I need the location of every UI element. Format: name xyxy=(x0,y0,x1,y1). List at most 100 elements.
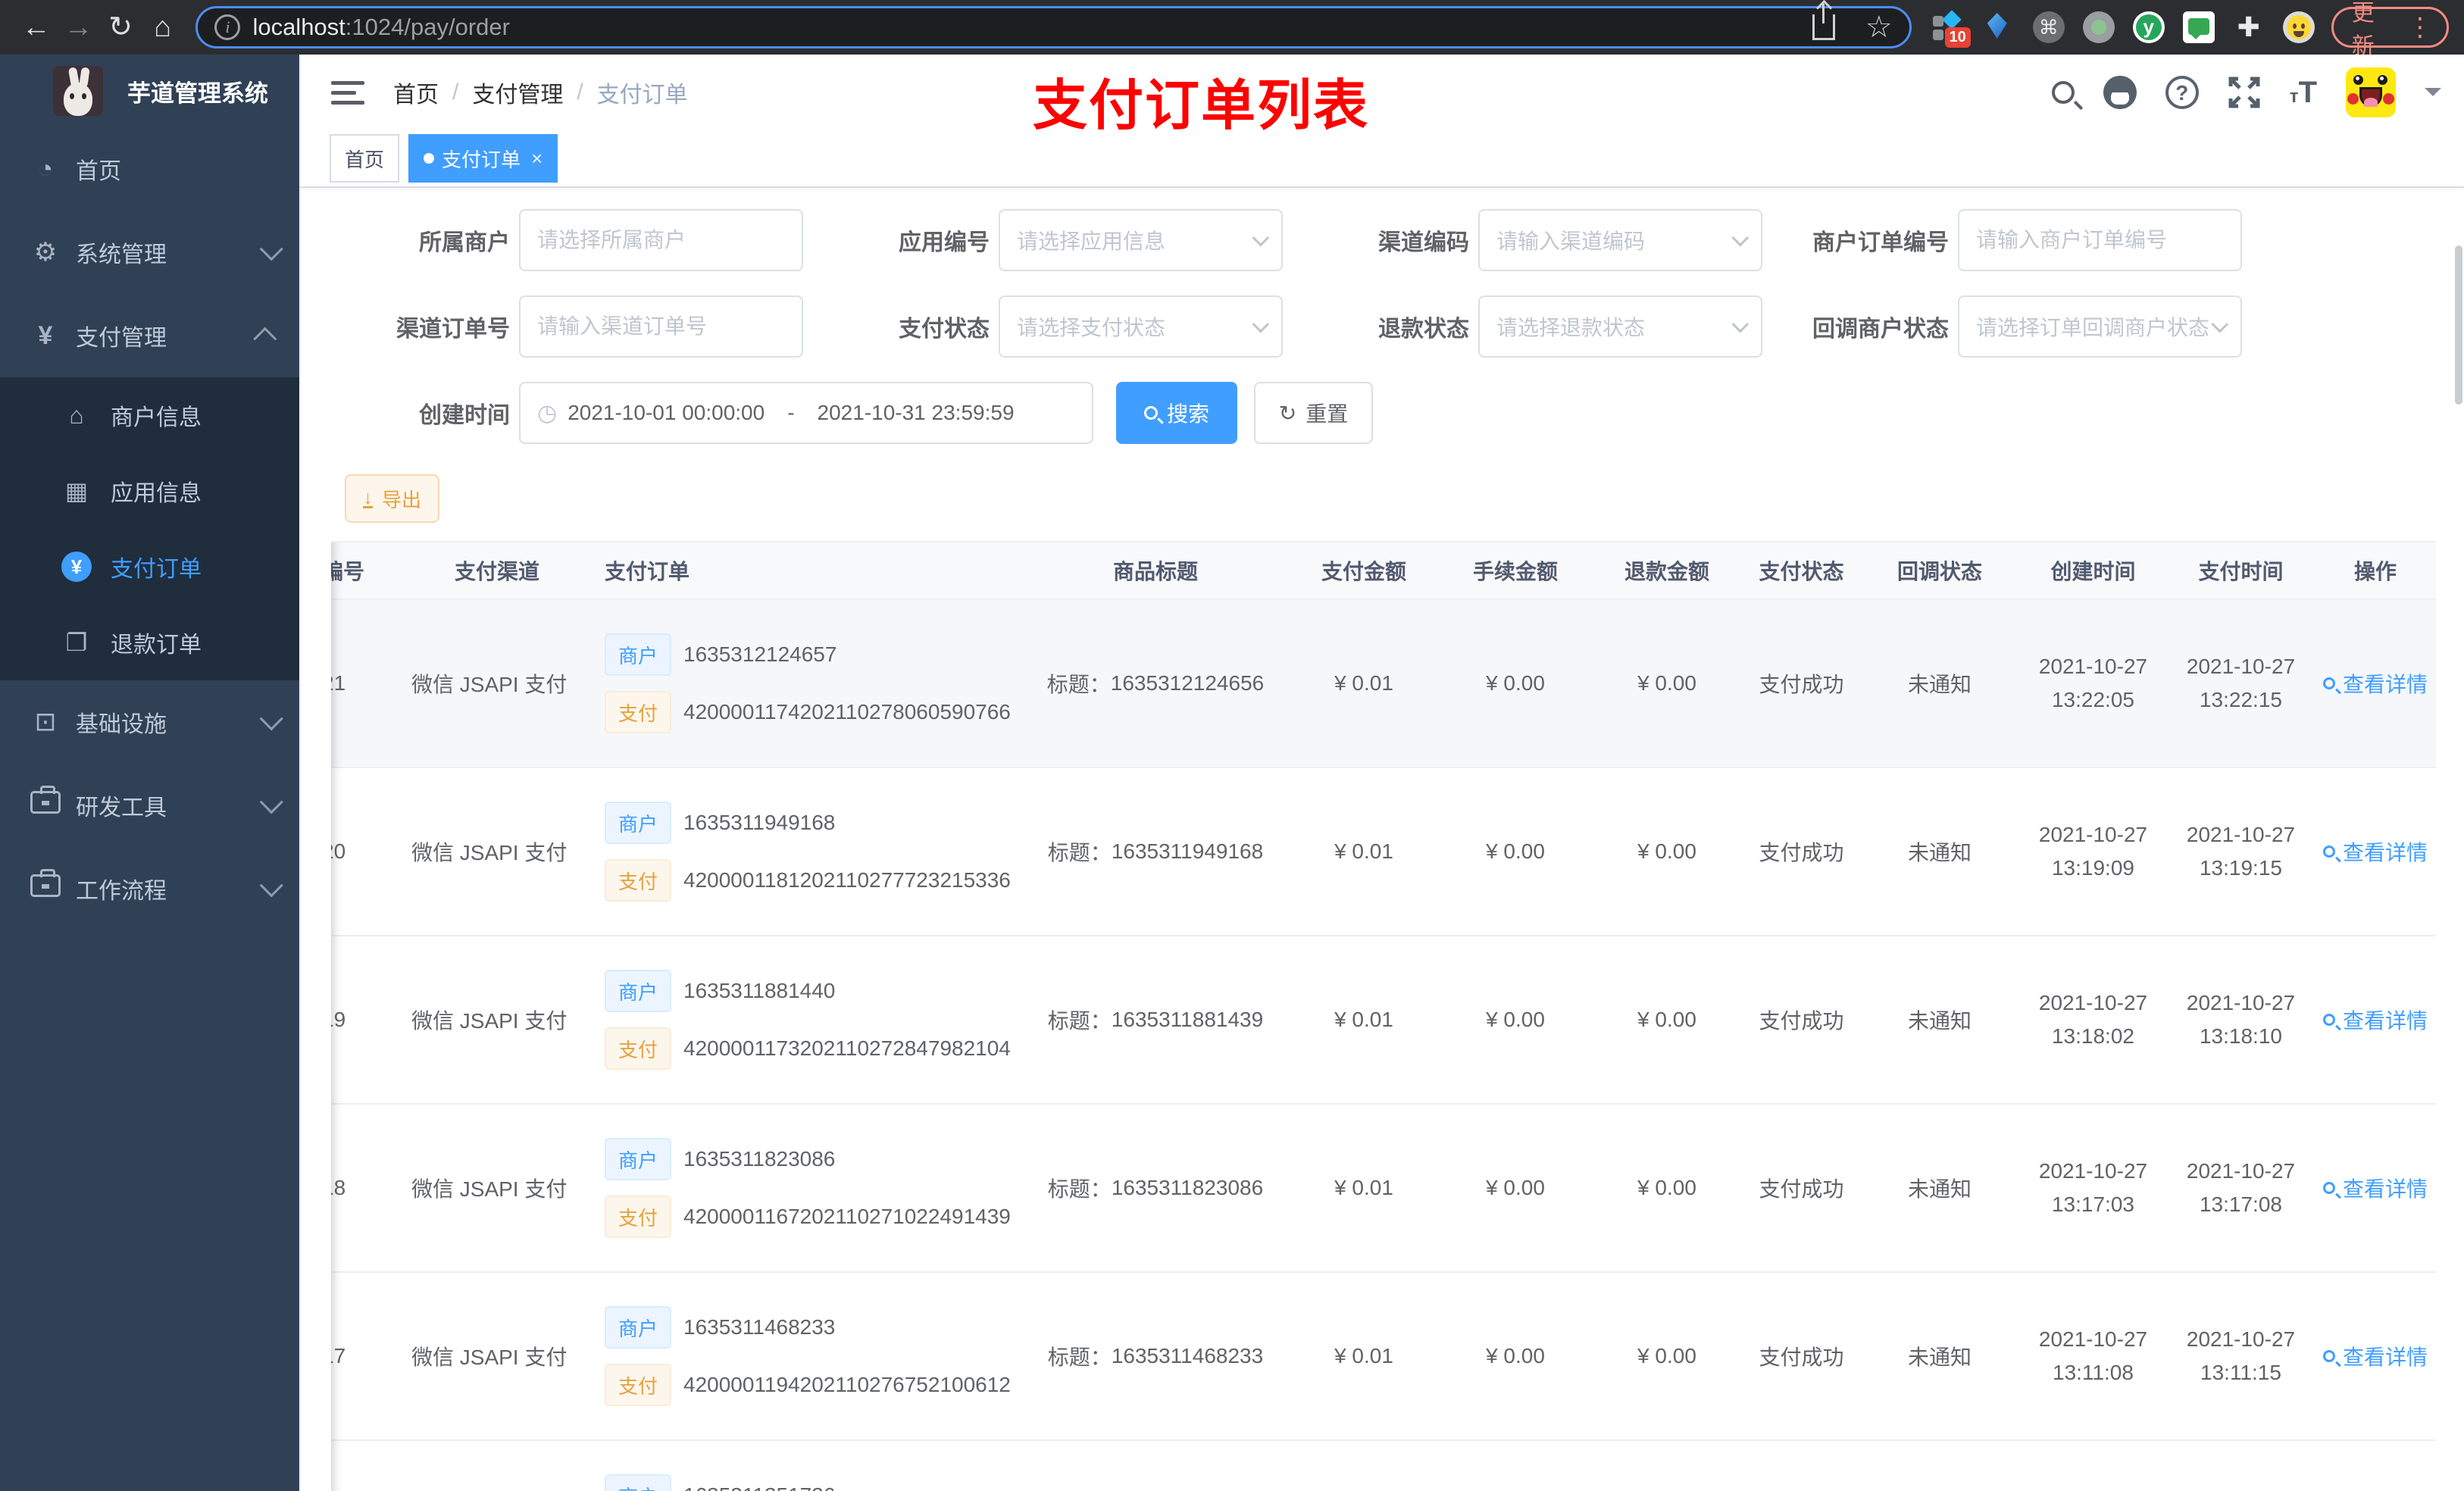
sidebar-item-payment[interactable]: ¥ 支付管理 xyxy=(0,294,299,377)
sidebar-item-workflow[interactable]: 工作流程 xyxy=(0,847,299,930)
breadcrumb-payment[interactable]: 支付管理 xyxy=(472,76,563,109)
sidebar-menu: ◔ 首页 ⚙ 系统管理 ¥ 支付管理 ⌂ 商户信息 ▦ 应用信息 ¥ 支付订单 … xyxy=(0,127,299,930)
channel-order-no-input[interactable] xyxy=(519,295,803,358)
tab-pay-order[interactable]: 支付订单 × xyxy=(408,134,558,183)
clock-icon: ◷ xyxy=(537,400,558,426)
filter-app: 应用编号 请选择应用信息 xyxy=(809,209,1283,271)
sidebar-item-infrastructure[interactable]: ⊡ 基础设施 xyxy=(0,680,299,764)
date-end-value[interactable]: 2021-10-31 23:59:59 xyxy=(818,401,1015,425)
search-button[interactable]: 搜索 xyxy=(1116,382,1237,444)
sidebar-item-refund-order[interactable]: ❐ 退款订单 xyxy=(0,605,299,680)
table-row[interactable]: 20 微信 JSAPI 支付 商户 1635311949168 支付 42000… xyxy=(331,768,2436,936)
filter-create-time: 创建时间 ◷ 2021-10-01 00:00:00 - 2021-10-31 … xyxy=(330,382,1093,444)
refund-amount: ¥ 0.00 xyxy=(1637,1176,1696,1199)
filter-merchant: 所属商户 xyxy=(330,209,803,271)
extension-chat-icon[interactable] xyxy=(2182,11,2215,43)
url-text[interactable]: localhost:1024/pay/order xyxy=(252,14,1812,41)
help-icon[interactable]: ? xyxy=(2165,76,2199,109)
merchant-input[interactable] xyxy=(519,209,803,271)
view-detail-link[interactable]: 查看详情 xyxy=(2322,1341,2428,1371)
detail-search-icon xyxy=(2322,846,2335,858)
refund-amount: ¥ 0.00 xyxy=(1637,839,1696,863)
table-row[interactable]: 19 微信 JSAPI 支付 商户 1635311881440 支付 42000… xyxy=(331,936,2436,1105)
notify-status: 未通知 xyxy=(1907,1177,1972,1201)
avatar-caret-icon[interactable] xyxy=(2425,88,2441,105)
pay-amount: ¥ 0.01 xyxy=(1334,671,1393,695)
extension-y-icon[interactable] xyxy=(2132,11,2165,43)
sidebar-item-pay-order[interactable]: ¥ 支付订单 xyxy=(0,529,299,605)
sidebar-item-home[interactable]: ◔ 首页 xyxy=(0,127,299,211)
close-icon[interactable]: × xyxy=(531,147,543,170)
breadcrumb-home[interactable]: 首页 xyxy=(393,76,439,109)
share-icon[interactable] xyxy=(1812,4,1835,40)
date-start-value[interactable]: 2021-10-01 00:00:00 xyxy=(568,401,765,425)
extension-kite-icon[interactable] xyxy=(1983,11,2015,43)
app-logo[interactable]: 芋道管理系统 xyxy=(0,55,299,127)
view-detail-link[interactable]: 查看详情 xyxy=(2322,668,2428,699)
user-avatar[interactable] xyxy=(2346,67,2396,117)
extensions-puzzle-icon[interactable]: ✚ xyxy=(2233,11,2265,43)
pay-status-select[interactable]: 请选择支付状态 xyxy=(999,295,1283,358)
merchant-tag: 商户 xyxy=(605,1138,672,1180)
dashboard-icon: ◔ xyxy=(37,154,54,183)
browser-back-button[interactable]: ← xyxy=(15,0,58,55)
app-select[interactable]: 请选择应用信息 xyxy=(999,209,1283,271)
browser-forward-button[interactable]: → xyxy=(58,0,100,55)
view-detail-link[interactable]: 查看详情 xyxy=(2322,1173,2428,1203)
sidebar-item-merchant-info[interactable]: ⌂ 商户信息 xyxy=(0,377,299,453)
table-row[interactable]: 商户 1635311351736 支付 xyxy=(331,1441,2436,1491)
extension-diamond-icon[interactable]: 10 xyxy=(1932,10,1971,48)
extension-command-icon[interactable]: ⌘ xyxy=(2032,11,2065,43)
extension-dot-icon[interactable] xyxy=(2082,11,2115,43)
browser-menu-icon[interactable]: ⋮ xyxy=(2407,12,2433,42)
bookmark-star-icon[interactable]: ☆ xyxy=(1865,10,1893,45)
channel-code-select[interactable]: 请输入渠道编码 xyxy=(1478,209,1762,271)
pay-status: 支付成功 xyxy=(1759,1346,1844,1369)
page-title-annotation: 支付订单列表 xyxy=(1033,76,1370,136)
github-icon[interactable] xyxy=(2103,76,2137,109)
filter-notify-status: 回调商户状态 请选择订单回调商户状态 xyxy=(1768,295,2242,358)
sidebar-toggle-icon[interactable] xyxy=(331,75,364,111)
sidebar-item-dev-tools[interactable]: 研发工具 xyxy=(0,764,299,847)
profile-avatar-icon[interactable] xyxy=(2282,11,2315,43)
search-icon[interactable] xyxy=(2051,81,2075,104)
fullscreen-icon[interactable] xyxy=(2228,76,2261,109)
pay-amount xyxy=(1288,1441,1440,1491)
refund-status-select[interactable]: 请选择退款状态 xyxy=(1478,295,1762,358)
browser-update-button[interactable]: 更新 ⋮ xyxy=(2331,1,2449,59)
date-range-picker[interactable]: ◷ 2021-10-01 00:00:00 - 2021-10-31 23:59… xyxy=(519,382,1093,444)
table-row[interactable]: 17 微信 JSAPI 支付 商户 1635311468233 支付 42000… xyxy=(331,1273,2436,1441)
browser-home-button[interactable]: ⌂ xyxy=(142,0,184,55)
refund-amount: ¥ 0.00 xyxy=(1637,671,1696,695)
navbar-actions: ? тT xyxy=(2051,55,2441,130)
fee-amount: ¥ 0.00 xyxy=(1486,839,1545,863)
address-bar[interactable]: i localhost:1024/pay/order ☆ xyxy=(195,4,1912,48)
view-detail-link[interactable]: 查看详情 xyxy=(2322,1005,2428,1035)
chevron-down-icon xyxy=(1252,229,1270,247)
site-info-icon[interactable]: i xyxy=(214,14,241,40)
tab-home[interactable]: 首页 xyxy=(330,134,400,183)
order-table: 编号 支付渠道 支付订单 商品标题 支付金额 手续金额 退款金额 支付状态 回调… xyxy=(331,541,2436,1491)
sidebar-item-system[interactable]: ⚙ 系统管理 xyxy=(0,211,299,294)
merchant-tag: 商户 xyxy=(605,802,672,844)
table-row[interactable]: 21 微信 JSAPI 支付 商户 1635312124657 支付 42000… xyxy=(331,600,2436,768)
tags-view-bar: 首页 支付订单 × xyxy=(299,130,2464,188)
update-label: 更新 xyxy=(2351,1,2375,59)
browser-reload-button[interactable]: ↻ xyxy=(99,0,142,55)
export-button[interactable]: ↓ 导出 xyxy=(345,474,439,523)
vertical-scrollbar[interactable] xyxy=(2455,245,2462,405)
merchant-order-no: 1635311881440 xyxy=(683,979,836,1002)
main-area: 首页 / 支付管理 / 支付订单 支付订单列表 ? тT 首页 支付订单 × 所… xyxy=(299,55,2464,1491)
pay-tag: 支付 xyxy=(605,859,672,902)
reset-button[interactable]: ↻ 重置 xyxy=(1254,382,1373,444)
table-row[interactable]: 18 微信 JSAPI 支付 商户 1635311823086 支付 42000… xyxy=(331,1105,2436,1273)
chevron-down-icon xyxy=(259,707,283,731)
view-detail-link[interactable]: 查看详情 xyxy=(2322,836,2428,867)
merchant-order-no-input[interactable] xyxy=(1958,209,2242,271)
grid-icon: ▦ xyxy=(64,477,89,505)
active-tab-dot xyxy=(424,153,435,164)
order-id: 19 xyxy=(331,1008,346,1031)
sidebar-item-app-info[interactable]: ▦ 应用信息 xyxy=(0,453,299,529)
font-size-icon[interactable]: тT xyxy=(2290,76,2317,110)
notify-status-select[interactable]: 请选择订单回调商户状态 xyxy=(1958,295,2242,358)
